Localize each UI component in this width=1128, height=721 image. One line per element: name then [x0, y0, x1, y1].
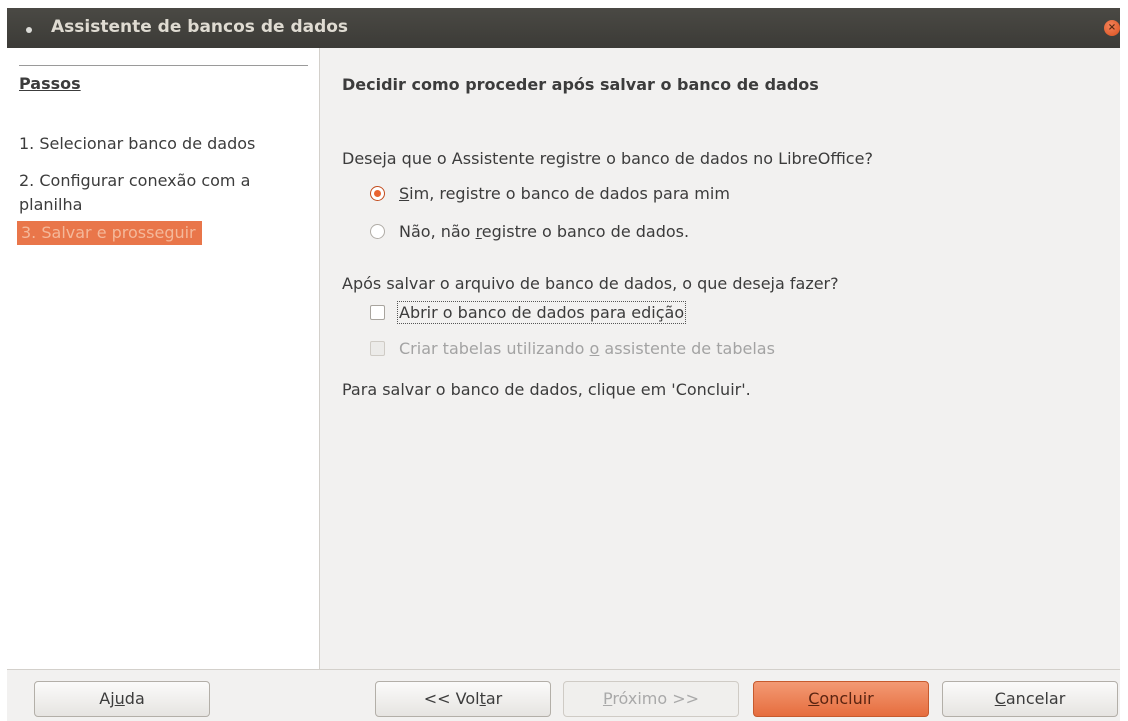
database-wizard-dialog: Assistente de bancos de dados × Passos 1… — [7, 8, 1120, 721]
finish-button[interactable]: Concluir — [753, 681, 929, 717]
steps-heading: Passos — [19, 74, 81, 93]
main-panel: Decidir como proceder após salvar o banc… — [320, 48, 1120, 669]
register-question: Deseja que o Assistente registre o banco… — [342, 149, 873, 168]
checkbox-box-disabled — [370, 340, 385, 356]
steps-sidebar: Passos 1. Selecionar banco de dados 2. C… — [7, 48, 320, 669]
finish-instruction: Para salvar o banco de dados, clique em … — [342, 380, 751, 399]
help-button[interactable]: Ajuda — [34, 681, 210, 717]
create-tables-label: Criar tabelas utilizando o assistente de… — [399, 338, 775, 358]
button-bar: Ajuda << Voltar Próximo >> Concluir Canc… — [7, 669, 1120, 721]
page-title: Decidir como proceder após salvar o banc… — [342, 75, 819, 94]
radio-unchecked-indicator[interactable] — [370, 223, 385, 239]
cancel-button[interactable]: Cancelar — [942, 681, 1118, 717]
close-icon[interactable]: × — [1104, 20, 1120, 36]
sidebar-divider — [19, 65, 308, 66]
next-button: Próximo >> — [563, 681, 739, 717]
step-configure-connection[interactable]: 2. Configurar conexão com a planilha — [19, 169, 309, 217]
checkbox-box[interactable] — [370, 304, 385, 320]
step-save-and-proceed[interactable]: 3. Salvar e prosseguir — [17, 221, 202, 245]
register-yes-label: Sim, registre o banco de dados para mim — [399, 183, 730, 203]
title-bar: Assistente de bancos de dados × — [7, 8, 1120, 48]
radio-checked-indicator[interactable] — [370, 185, 385, 201]
register-no-label: Não, não registre o banco de dados. — [399, 221, 690, 241]
register-yes-radio[interactable]: Sim, registre o banco de dados para mim — [370, 182, 730, 204]
step-select-database[interactable]: 1. Selecionar banco de dados — [19, 132, 255, 156]
after-save-question: Após salvar o arquivo de banco de dados,… — [342, 274, 839, 293]
open-for-edit-checkbox[interactable]: Abrir o banco de dados para edição — [370, 300, 687, 324]
window-menu-dot-icon[interactable] — [26, 27, 32, 33]
open-for-edit-label: Abrir o banco de dados para edição — [396, 300, 687, 324]
create-tables-checkbox: Criar tabelas utilizando o assistente de… — [370, 337, 775, 359]
back-button[interactable]: << Voltar — [375, 681, 551, 717]
register-no-radio[interactable]: Não, não registre o banco de dados. — [370, 220, 689, 242]
window-title: Assistente de bancos de dados — [51, 17, 349, 37]
